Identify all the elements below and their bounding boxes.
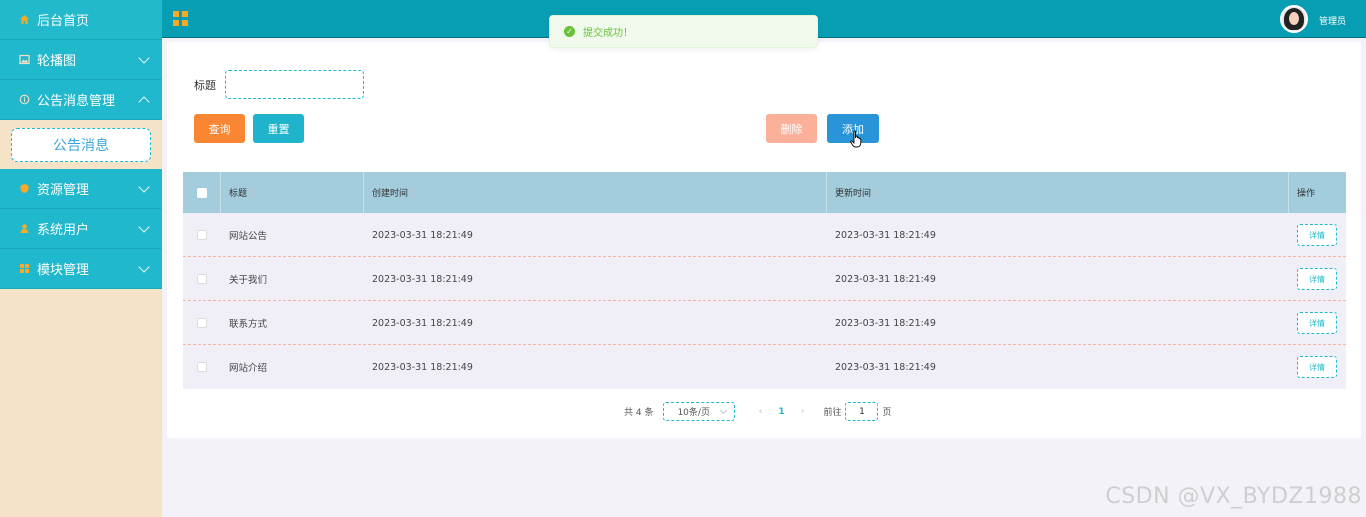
user-icon <box>18 223 30 235</box>
detail-button[interactable]: 详情 <box>1297 312 1337 334</box>
sidebar-item-modules[interactable]: 模块管理 <box>0 249 162 289</box>
sidebar-item-notice[interactable]: 公告消息管理 <box>0 80 162 120</box>
cell-updated: 2023-03-31 18:21:49 <box>835 317 936 329</box>
hand-cursor-icon <box>850 130 862 148</box>
header-created[interactable]: 创建时间 <box>364 172 827 213</box>
table-row: 网站介绍 2023-03-31 18:21:49 2023-03-31 18:2… <box>183 345 1346 389</box>
cell-created: 2023-03-31 18:21:49 <box>372 229 473 241</box>
title-search-input[interactable] <box>225 70 364 99</box>
title-search-label: 标题 <box>194 79 216 92</box>
cell-updated: 2023-03-31 18:21:49 <box>835 273 936 285</box>
query-button[interactable]: 查询 <box>194 114 245 143</box>
sort-icon[interactable] <box>251 188 256 197</box>
page-size-select[interactable]: 10条/页 <box>663 402 736 421</box>
check-circle-icon: ✓ <box>564 26 575 37</box>
menu-toggle-icon[interactable] <box>173 11 188 26</box>
chevron-up-icon <box>138 96 150 108</box>
chevron-down-icon <box>138 261 150 273</box>
table-row: 关于我们 2023-03-31 18:21:49 2023-03-31 18:2… <box>183 257 1346 301</box>
sidebar-item-label: 资源管理 <box>37 183 90 198</box>
image-icon <box>18 54 30 66</box>
table-row: 网站公告 2023-03-31 18:21:49 2023-03-31 18:2… <box>183 213 1346 257</box>
cell-updated: 2023-03-31 18:21:49 <box>835 361 936 373</box>
goto-page-input[interactable]: 1 <box>845 402 879 421</box>
table-header: 标题 创建时间 更新时间 操作 <box>183 172 1346 213</box>
toast-message: 提交成功！ <box>583 28 633 39</box>
row-checkbox[interactable] <box>197 362 207 372</box>
sort-icon[interactable] <box>412 188 417 197</box>
home-icon <box>18 14 30 26</box>
sidebar-item-resources[interactable]: 资源管理 <box>0 169 162 209</box>
cell-created: 2023-03-31 18:21:49 <box>372 361 473 373</box>
cell-title: 关于我们 <box>229 275 268 286</box>
table-row: 联系方式 2023-03-31 18:21:49 2023-03-31 18:2… <box>183 301 1346 345</box>
cell-title: 联系方式 <box>229 319 268 330</box>
delete-button[interactable]: 删除 <box>766 114 817 143</box>
row-checkbox[interactable] <box>197 318 207 328</box>
sidebar-item-home[interactable]: 后台首页 <box>0 0 162 40</box>
avatar[interactable] <box>1280 5 1308 33</box>
notice-table: 标题 创建时间 更新时间 操作 网站公告 2023-03-31 18:21:49… <box>183 172 1346 389</box>
cell-title: 网站公告 <box>229 231 268 242</box>
success-toast: ✓ 提交成功！ <box>549 15 818 48</box>
chevron-down-icon <box>138 181 150 193</box>
cell-updated: 2023-03-31 18:21:49 <box>835 229 936 241</box>
goto-label: 前往 <box>823 408 842 418</box>
sidebar: 后台首页 轮播图 公告消息管理 公告消息 资源管理 系统用户 模块管理 <box>0 0 162 517</box>
chevron-down-icon <box>720 406 728 415</box>
header-title[interactable]: 标题 <box>221 172 364 213</box>
sidebar-item-users[interactable]: 系统用户 <box>0 209 162 249</box>
shield-icon <box>18 183 30 195</box>
header-updated[interactable]: 更新时间 <box>827 172 1289 213</box>
sidebar-item-carousel[interactable]: 轮播图 <box>0 40 162 80</box>
grid-icon <box>18 263 30 275</box>
reset-button[interactable]: 重置 <box>253 114 304 143</box>
header-ops: 操作 <box>1297 189 1316 199</box>
chevron-down-icon <box>138 221 150 233</box>
page-number[interactable]: 1 <box>767 407 795 417</box>
info-icon <box>18 94 30 106</box>
page-suffix: 页 <box>882 408 892 418</box>
chevron-down-icon <box>138 52 150 64</box>
next-page-icon[interactable]: › <box>795 406 809 417</box>
select-all-checkbox-cell <box>183 172 221 213</box>
watermark: CSDN @VX_BYDZ1988 <box>1105 484 1362 509</box>
page-size-value: 10条/页 <box>677 408 710 418</box>
select-all-checkbox[interactable] <box>196 187 207 198</box>
row-checkbox[interactable] <box>197 274 207 284</box>
detail-button[interactable]: 详情 <box>1297 356 1337 378</box>
pagination: 共 4 条 10条/页 ‹ 1 › 前往 1 页 <box>624 402 891 421</box>
admin-name[interactable]: 管理员 <box>1319 14 1346 27</box>
detail-button[interactable]: 详情 <box>1297 268 1337 290</box>
cell-title: 网站介绍 <box>229 363 268 374</box>
sidebar-item-label: 模块管理 <box>37 263 90 278</box>
sidebar-item-label: 后台首页 <box>37 14 90 29</box>
cell-created: 2023-03-31 18:21:49 <box>372 317 473 329</box>
total-count: 共 4 条 <box>624 408 654 418</box>
detail-button[interactable]: 详情 <box>1297 224 1337 246</box>
sidebar-subitem-notice[interactable]: 公告消息 <box>11 127 151 162</box>
prev-page-icon[interactable]: ‹ <box>753 406 767 417</box>
sort-icon[interactable] <box>875 188 880 197</box>
submenu: 公告消息 <box>0 120 162 169</box>
sidebar-item-label: 公告消息管理 <box>37 94 116 109</box>
cell-created: 2023-03-31 18:21:49 <box>372 273 473 285</box>
sidebar-item-label: 系统用户 <box>37 223 90 238</box>
row-checkbox[interactable] <box>197 230 207 240</box>
sidebar-item-label: 轮播图 <box>37 54 77 69</box>
